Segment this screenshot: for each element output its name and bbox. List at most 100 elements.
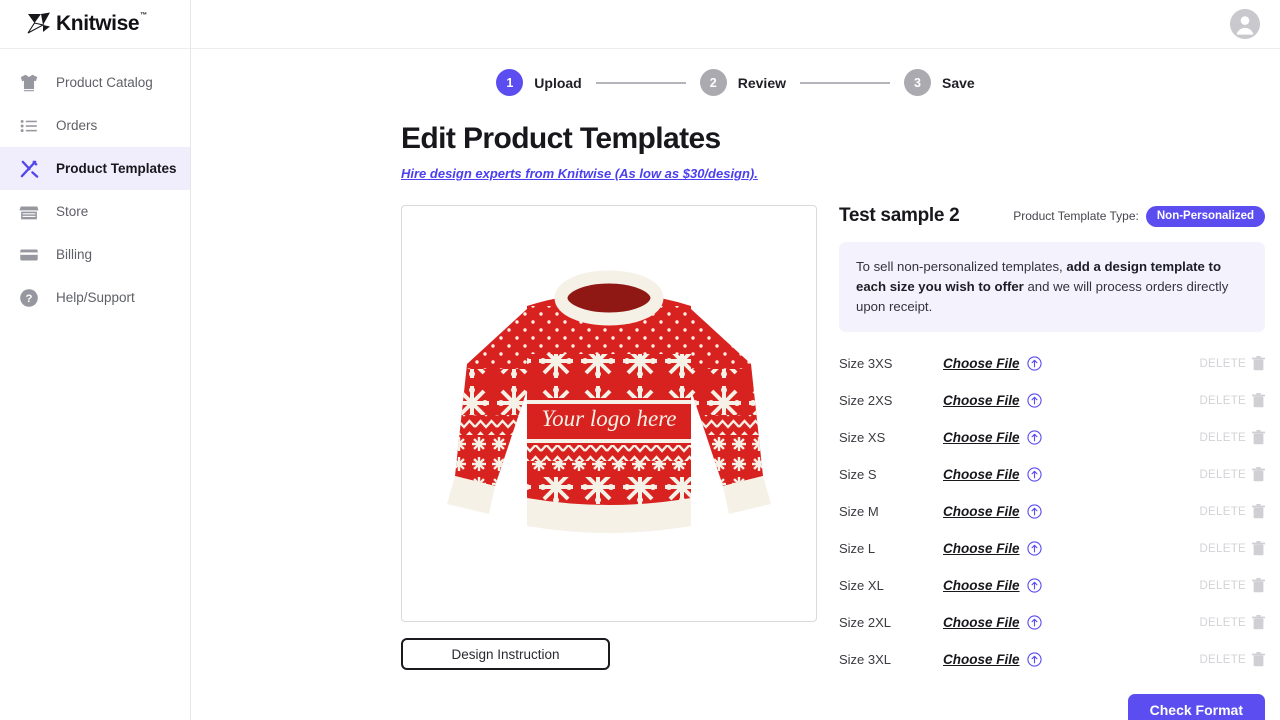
step-label: Review	[738, 75, 786, 91]
delete-control[interactable]: DELETE	[1199, 467, 1265, 482]
info-banner: To sell non-personalized templates, add …	[839, 242, 1265, 332]
preview-column: Your logo here Design Instruction	[401, 205, 817, 720]
trash-icon[interactable]	[1252, 504, 1265, 519]
step-connector	[596, 82, 686, 84]
choose-file-control[interactable]: Choose File	[943, 615, 1042, 630]
trash-icon[interactable]	[1252, 430, 1265, 445]
sidebar-item-billing[interactable]: Billing	[0, 233, 190, 276]
choose-file-control[interactable]: Choose File	[943, 504, 1042, 519]
delete-control[interactable]: DELETE	[1199, 578, 1265, 593]
sweater-logo-text: Your logo here	[541, 406, 676, 431]
choose-file-control[interactable]: Choose File	[943, 356, 1042, 371]
knitwise-mark-icon	[26, 12, 52, 36]
choose-file-link[interactable]: Choose File	[943, 578, 1020, 593]
main-area: 1 Upload 2 Review 3 Save Edit Product Te…	[191, 0, 1280, 720]
credit-card-icon	[16, 242, 42, 268]
trash-icon[interactable]	[1252, 393, 1265, 408]
sweater-preview-image: Your logo here	[409, 214, 809, 614]
upload-circle-icon[interactable]	[1027, 615, 1042, 630]
choose-file-link[interactable]: Choose File	[943, 541, 1020, 556]
size-row: Size 3XSChoose FileDELETE	[839, 345, 1265, 382]
app-root: Knitwise ™ Product Catalog	[0, 0, 1280, 720]
panel-actions: Check Format	[839, 694, 1265, 720]
step-upload[interactable]: 1 Upload	[496, 69, 581, 96]
trash-icon[interactable]	[1252, 467, 1265, 482]
step-save[interactable]: 3 Save	[904, 69, 975, 96]
size-label: Size M	[839, 504, 943, 519]
upload-circle-icon[interactable]	[1027, 541, 1042, 556]
delete-control[interactable]: DELETE	[1199, 504, 1265, 519]
brand-logo[interactable]: Knitwise ™	[0, 0, 190, 49]
upload-circle-icon[interactable]	[1027, 578, 1042, 593]
delete-label: DELETE	[1199, 543, 1246, 555]
choose-file-control[interactable]: Choose File	[943, 578, 1042, 593]
sidebar-item-product-templates[interactable]: Product Templates	[0, 147, 190, 190]
design-tools-icon	[16, 156, 42, 182]
size-label: Size 2XS	[839, 393, 943, 408]
choose-file-link[interactable]: Choose File	[943, 652, 1020, 667]
sidebar-nav: Product Catalog Orders	[0, 49, 190, 319]
trash-icon[interactable]	[1252, 356, 1265, 371]
upload-circle-icon[interactable]	[1027, 356, 1042, 371]
delete-control[interactable]: DELETE	[1199, 393, 1265, 408]
size-row: Size 2XSChoose File DELETE	[839, 382, 1265, 419]
size-label: Size 2XL	[839, 615, 943, 630]
choose-file-control[interactable]: Choose File	[943, 430, 1042, 445]
choose-file-link[interactable]: Choose File	[943, 467, 1020, 482]
choose-file-link[interactable]: Choose File	[943, 430, 1020, 445]
sidebar-item-help-support[interactable]: ? Help/Support	[0, 276, 190, 319]
design-instruction-button[interactable]: Design Instruction	[401, 638, 610, 670]
choose-file-link[interactable]: Choose File	[943, 356, 1020, 371]
upload-circle-icon[interactable]	[1027, 393, 1042, 408]
choose-file-link[interactable]: Choose File	[943, 615, 1020, 630]
template-name: Test sample 2	[839, 205, 959, 227]
brand-name: Knitwise	[56, 12, 139, 36]
check-format-button[interactable]: Check Format	[1128, 694, 1265, 720]
delete-control[interactable]: DELETE	[1199, 430, 1265, 445]
choose-file-control[interactable]: Choose File	[943, 393, 1042, 408]
choose-file-control[interactable]: Choose File	[943, 541, 1042, 556]
size-label: Size S	[839, 467, 943, 482]
delete-control[interactable]: DELETE	[1199, 652, 1265, 667]
delete-label: DELETE	[1199, 617, 1246, 629]
upload-circle-icon[interactable]	[1027, 652, 1042, 667]
delete-control[interactable]: DELETE	[1199, 615, 1265, 630]
sidebar-item-product-catalog[interactable]: Product Catalog	[0, 61, 190, 104]
trash-icon[interactable]	[1252, 578, 1265, 593]
size-label: Size 3XL	[839, 652, 943, 667]
delete-label: DELETE	[1199, 506, 1246, 518]
trash-icon[interactable]	[1252, 541, 1265, 556]
sidebar-item-store[interactable]: Store	[0, 190, 190, 233]
sweater-icon	[16, 70, 42, 96]
step-number: 3	[904, 69, 931, 96]
upload-circle-icon[interactable]	[1027, 430, 1042, 445]
sidebar-item-label: Help/Support	[56, 290, 135, 305]
size-row: Size LChoose File DELETE	[839, 530, 1265, 567]
delete-control[interactable]: DELETE	[1199, 541, 1265, 556]
template-type-label: Product Template Type:	[1013, 209, 1139, 223]
step-review[interactable]: 2 Review	[700, 69, 786, 96]
user-avatar-icon[interactable]	[1230, 9, 1260, 39]
sidebar-item-orders[interactable]: Orders	[0, 104, 190, 147]
step-label: Upload	[534, 75, 581, 91]
size-list: Size 3XSChoose FileDELETESize 2XSChoose …	[839, 345, 1265, 678]
trash-icon[interactable]	[1252, 652, 1265, 667]
upload-circle-icon[interactable]	[1027, 467, 1042, 482]
trash-icon[interactable]	[1252, 615, 1265, 630]
delete-label: DELETE	[1199, 358, 1246, 370]
delete-label: DELETE	[1199, 395, 1246, 407]
choose-file-control[interactable]: Choose File	[943, 467, 1042, 482]
template-panel: Test sample 2 Product Template Type: Non…	[839, 205, 1265, 720]
product-preview-card: Your logo here	[401, 205, 817, 622]
delete-control[interactable]: DELETE	[1199, 356, 1265, 371]
progress-stepper: 1 Upload 2 Review 3 Save	[191, 69, 1280, 96]
upload-circle-icon[interactable]	[1027, 504, 1042, 519]
choose-file-link[interactable]: Choose File	[943, 393, 1020, 408]
choose-file-link[interactable]: Choose File	[943, 504, 1020, 519]
storefront-icon	[16, 199, 42, 225]
choose-file-control[interactable]: Choose File	[943, 652, 1042, 667]
size-label: Size L	[839, 541, 943, 556]
sidebar-item-label: Store	[56, 204, 88, 219]
hire-design-experts-link[interactable]: Hire design experts from Knitwise (As lo…	[401, 166, 758, 181]
sidebar-item-label: Product Templates	[56, 161, 177, 176]
